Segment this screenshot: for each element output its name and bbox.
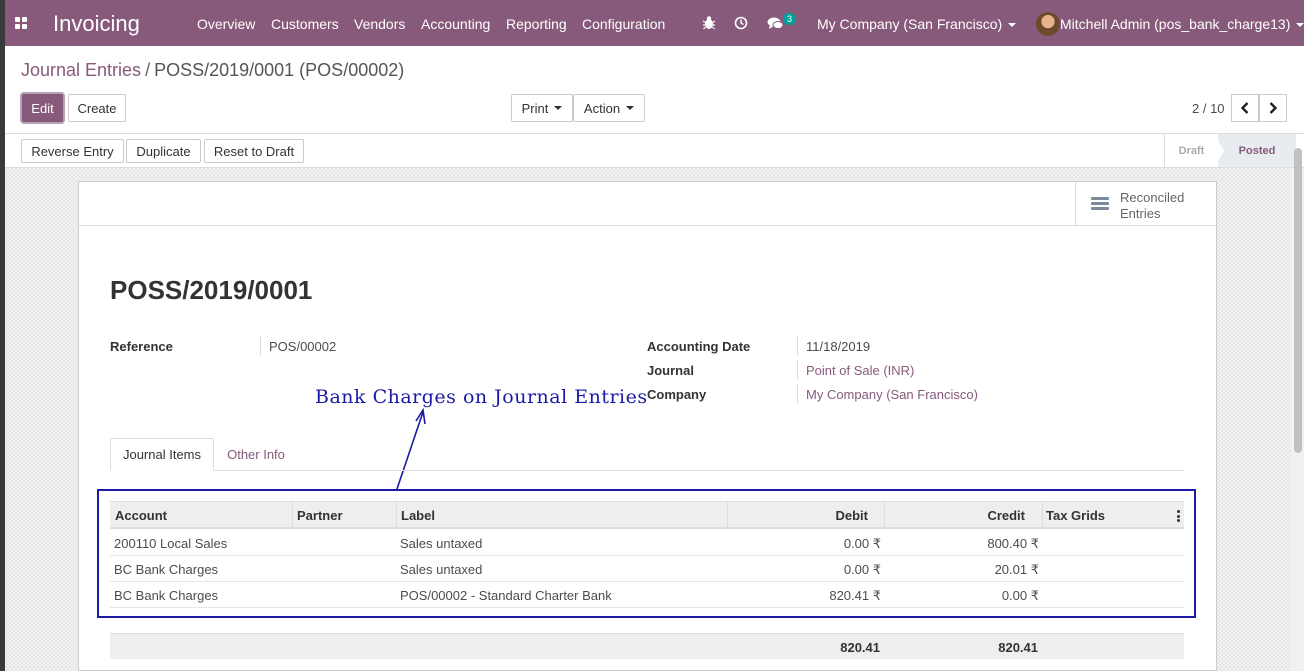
menu-reporting[interactable]: Reporting: [506, 16, 567, 32]
menu-configuration[interactable]: Configuration: [582, 16, 665, 32]
stage-draft[interactable]: Draft: [1164, 134, 1218, 167]
total-debit: 820.41: [840, 640, 880, 655]
record-title: POSS/2019/0001: [110, 275, 313, 305]
table-footer-totals: 820.41 820.41: [110, 633, 1184, 659]
print-label: Print: [521, 100, 549, 116]
breadcrumb-separator: /: [145, 60, 151, 80]
reconciled-entries-button[interactable]: Reconciled Entries: [1075, 182, 1216, 225]
breadcrumb: Journal Entries / POSS/2019/0001 (POS/0000…: [21, 60, 404, 81]
breadcrumb-journal-entries[interactable]: Journal Entries: [21, 60, 141, 80]
apps-grid-icon[interactable]: [15, 17, 27, 29]
create-button[interactable]: Create: [68, 94, 126, 122]
messages-count-badge: 3: [783, 13, 797, 25]
menu-overview[interactable]: Overview: [197, 16, 255, 32]
pager-previous-button[interactable]: [1231, 94, 1259, 122]
duplicate-button[interactable]: Duplicate: [126, 139, 201, 163]
button-box: Reconciled Entries: [79, 182, 1216, 226]
stage-arrow: [1214, 134, 1224, 168]
pager-value[interactable]: 2 / 10: [1192, 101, 1225, 116]
scrollbar-thumb[interactable]: [1294, 148, 1302, 453]
edit-button[interactable]: Edit: [22, 94, 63, 122]
annotation-highlight-box: [97, 489, 1196, 618]
chevron-left-icon: [1240, 102, 1249, 114]
reverse-entry-button[interactable]: Reverse Entry: [21, 139, 124, 163]
list-icon: [1091, 197, 1109, 211]
action-button[interactable]: Action: [573, 94, 645, 122]
chevron-down-icon: [1008, 23, 1017, 28]
reconciled-entries-label: Reconciled Entries: [1120, 190, 1210, 222]
smart-label-line2: Entries: [1120, 206, 1161, 221]
print-button[interactable]: Print: [511, 94, 573, 122]
reference-label: Reference: [110, 339, 173, 354]
reset-to-draft-button[interactable]: Reset to Draft: [204, 139, 304, 163]
user-name: Mitchell Admin (pos_bank_charge13): [1060, 16, 1291, 32]
clock-icon[interactable]: [734, 14, 748, 32]
tab-journal-items[interactable]: Journal Items: [110, 438, 214, 471]
action-label: Action: [583, 100, 621, 116]
menu-accounting[interactable]: Accounting: [421, 16, 490, 32]
reference-value: POS/00002: [269, 339, 337, 354]
company-label: Company: [647, 387, 707, 402]
total-credit: 820.41: [998, 640, 1038, 655]
journal-link[interactable]: Point of Sale (INR): [806, 363, 914, 378]
smart-label-line1: Reconciled: [1120, 190, 1185, 205]
top-navbar: Invoicing Overview Customers Vendors Acc…: [5, 0, 1304, 46]
field-separator: [797, 384, 798, 404]
stage-posted[interactable]: Posted: [1218, 134, 1296, 167]
accounting-date-value: 11/18/2019: [806, 339, 871, 354]
company-link[interactable]: My Company (San Francisco): [806, 387, 978, 402]
annotation-text: Bank Charges on Journal Entries: [315, 386, 648, 408]
company-switcher[interactable]: My Company (San Francisco): [817, 16, 1017, 32]
statusbar: Reverse Entry Duplicate Reset to Draft D…: [5, 133, 1304, 168]
accounting-date-label: Accounting Date: [647, 339, 751, 354]
tab-other-info[interactable]: Other Info: [214, 438, 298, 471]
field-separator: [797, 360, 798, 380]
user-menu[interactable]: Mitchell Admin (pos_bank_charge13): [1060, 16, 1304, 32]
pager-next-button[interactable]: [1259, 94, 1287, 122]
journal-label: Journal: [647, 363, 694, 378]
bug-icon[interactable]: [702, 14, 716, 32]
field-separator: [797, 336, 798, 356]
breadcrumb-current: POSS/2019/0001 (POS/00002): [154, 60, 405, 80]
chevron-down-icon: [626, 106, 635, 110]
company-name: My Company (San Francisco): [817, 16, 1003, 32]
avatar[interactable]: [1036, 12, 1060, 36]
menu-vendors[interactable]: Vendors: [354, 16, 405, 32]
chevron-down-icon: [1296, 23, 1304, 28]
field-separator: [260, 336, 261, 356]
chevron-down-icon: [554, 106, 563, 110]
chevron-right-icon: [1269, 102, 1278, 114]
chat-icon[interactable]: [767, 14, 784, 32]
menu-customers[interactable]: Customers: [271, 16, 339, 32]
app-name[interactable]: Invoicing: [53, 11, 140, 37]
